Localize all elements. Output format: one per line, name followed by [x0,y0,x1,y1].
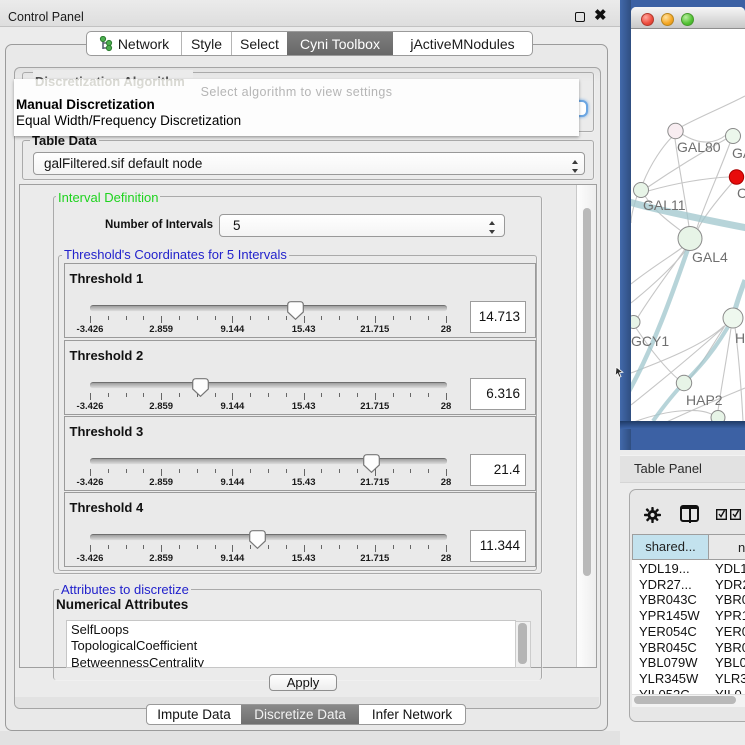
svg-text:GA: GA [732,145,745,161]
svg-text:HAP2: HAP2 [686,392,723,408]
svg-text:C: C [737,185,745,201]
svg-text:GAL80: GAL80 [677,139,721,155]
svg-text:GAL11: GAL11 [643,197,686,213]
svg-text:GCY1: GCY1 [631,333,669,349]
svg-text:H: H [735,330,745,346]
svg-text:GAL4: GAL4 [692,249,728,265]
